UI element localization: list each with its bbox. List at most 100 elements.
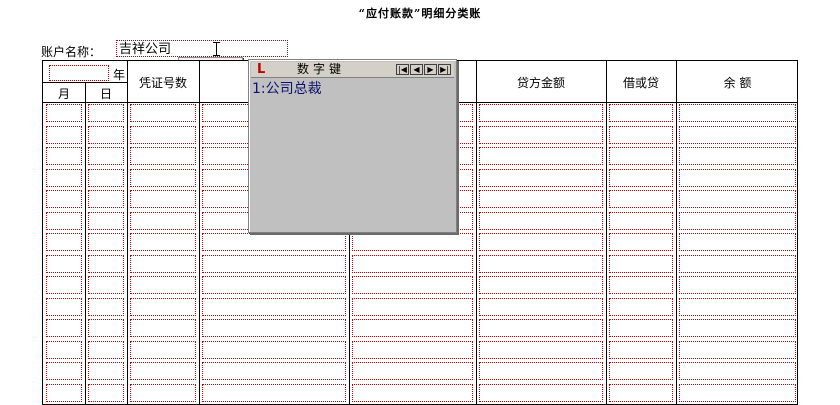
ledger-cell[interactable]	[679, 147, 796, 165]
ledger-cell[interactable]	[88, 297, 124, 316]
ledger-cell[interactable]	[609, 104, 673, 122]
ledger-cell[interactable]	[46, 104, 82, 122]
ledger-cell[interactable]	[130, 168, 196, 187]
ledger-cell[interactable]	[88, 362, 124, 380]
ledger-cell[interactable]	[202, 319, 346, 337]
keypad-list-item[interactable]: 1:公司总裁	[252, 78, 322, 98]
ledger-cell[interactable]	[352, 233, 473, 251]
ledger-cell[interactable]	[46, 190, 82, 208]
ledger-cell[interactable]	[479, 211, 603, 230]
ledger-cell[interactable]	[479, 190, 603, 208]
ledger-cell[interactable]	[609, 362, 673, 380]
ledger-cell[interactable]	[46, 340, 82, 359]
ledger-cell[interactable]	[352, 319, 473, 337]
ledger-cell[interactable]	[479, 125, 603, 144]
ledger-cell[interactable]	[202, 297, 346, 316]
ledger-cell[interactable]	[130, 233, 196, 251]
ledger-cell[interactable]	[679, 125, 796, 144]
ledger-cell[interactable]	[609, 297, 673, 316]
ledger-cell[interactable]	[679, 233, 796, 251]
ledger-cell[interactable]	[202, 254, 346, 273]
year-input[interactable]	[49, 65, 109, 81]
ledger-cell[interactable]	[609, 254, 673, 273]
numeric-keypad-window[interactable]: L 数字键 |◀ ◀ ▶ ▶| 1:公司总裁	[248, 59, 457, 233]
ledger-cell[interactable]	[479, 147, 603, 165]
ledger-cell[interactable]	[352, 340, 473, 359]
ledger-cell[interactable]	[609, 168, 673, 187]
ledger-cell[interactable]	[130, 319, 196, 337]
ledger-cell[interactable]	[202, 362, 346, 380]
ledger-cell[interactable]	[609, 233, 673, 251]
ledger-cell[interactable]	[130, 383, 196, 402]
prev-record-icon[interactable]: ◀	[410, 64, 423, 75]
ledger-cell[interactable]	[679, 211, 796, 230]
ledger-cell[interactable]	[479, 383, 603, 402]
ledger-cell[interactable]	[679, 297, 796, 316]
last-record-icon[interactable]: ▶|	[438, 64, 451, 75]
ledger-cell[interactable]	[46, 362, 82, 380]
ledger-cell[interactable]	[46, 297, 82, 316]
ledger-cell[interactable]	[679, 104, 796, 122]
ledger-cell[interactable]	[609, 125, 673, 144]
ledger-cell[interactable]	[130, 362, 196, 380]
ledger-cell[interactable]	[202, 383, 346, 402]
ledger-cell[interactable]	[679, 254, 796, 273]
ledger-cell[interactable]	[88, 340, 124, 359]
ledger-cell[interactable]	[679, 276, 796, 294]
first-record-icon[interactable]: |◀	[396, 64, 409, 75]
ledger-cell[interactable]	[609, 211, 673, 230]
ledger-cell[interactable]	[479, 340, 603, 359]
ledger-cell[interactable]	[679, 319, 796, 337]
ledger-cell[interactable]	[46, 254, 82, 273]
ledger-cell[interactable]	[679, 168, 796, 187]
ledger-cell[interactable]	[46, 147, 82, 165]
ledger-cell[interactable]	[479, 254, 603, 273]
ledger-cell[interactable]	[352, 297, 473, 316]
ledger-cell[interactable]	[609, 319, 673, 337]
ledger-cell[interactable]	[88, 233, 124, 251]
ledger-cell[interactable]	[88, 104, 124, 122]
account-name-input[interactable]: 吉祥公司	[116, 40, 288, 57]
ledger-cell[interactable]	[202, 276, 346, 294]
ledger-cell[interactable]	[130, 297, 196, 316]
ledger-cell[interactable]	[88, 254, 124, 273]
ledger-cell[interactable]	[88, 168, 124, 187]
next-record-icon[interactable]: ▶	[424, 64, 437, 75]
ledger-cell[interactable]	[130, 125, 196, 144]
ledger-cell[interactable]	[679, 340, 796, 359]
ledger-cell[interactable]	[130, 340, 196, 359]
ledger-cell[interactable]	[609, 383, 673, 402]
ledger-cell[interactable]	[609, 276, 673, 294]
ledger-cell[interactable]	[479, 276, 603, 294]
ledger-cell[interactable]	[679, 190, 796, 208]
ledger-cell[interactable]	[679, 362, 796, 380]
ledger-cell[interactable]	[352, 254, 473, 273]
ledger-cell[interactable]	[479, 362, 603, 380]
ledger-cell[interactable]	[352, 362, 473, 380]
ledger-cell[interactable]	[202, 233, 346, 251]
ledger-cell[interactable]	[46, 383, 82, 402]
ledger-cell[interactable]	[46, 125, 82, 144]
ledger-cell[interactable]	[679, 383, 796, 402]
ledger-cell[interactable]	[202, 340, 346, 359]
ledger-cell[interactable]	[130, 276, 196, 294]
ledger-cell[interactable]	[88, 211, 124, 230]
ledger-cell[interactable]	[609, 147, 673, 165]
ledger-cell[interactable]	[609, 340, 673, 359]
ledger-cell[interactable]	[130, 147, 196, 165]
ledger-cell[interactable]	[88, 276, 124, 294]
ledger-cell[interactable]	[352, 276, 473, 294]
ledger-cell[interactable]	[130, 190, 196, 208]
ledger-cell[interactable]	[88, 125, 124, 144]
ledger-cell[interactable]	[88, 190, 124, 208]
ledger-cell[interactable]	[609, 190, 673, 208]
ledger-cell[interactable]	[130, 254, 196, 273]
ledger-cell[interactable]	[479, 319, 603, 337]
ledger-cell[interactable]	[46, 211, 82, 230]
ledger-cell[interactable]	[352, 383, 473, 402]
ledger-cell[interactable]	[130, 211, 196, 230]
ledger-cell[interactable]	[46, 276, 82, 294]
ledger-cell[interactable]	[46, 233, 82, 251]
ledger-cell[interactable]	[88, 319, 124, 337]
ledger-cell[interactable]	[479, 168, 603, 187]
